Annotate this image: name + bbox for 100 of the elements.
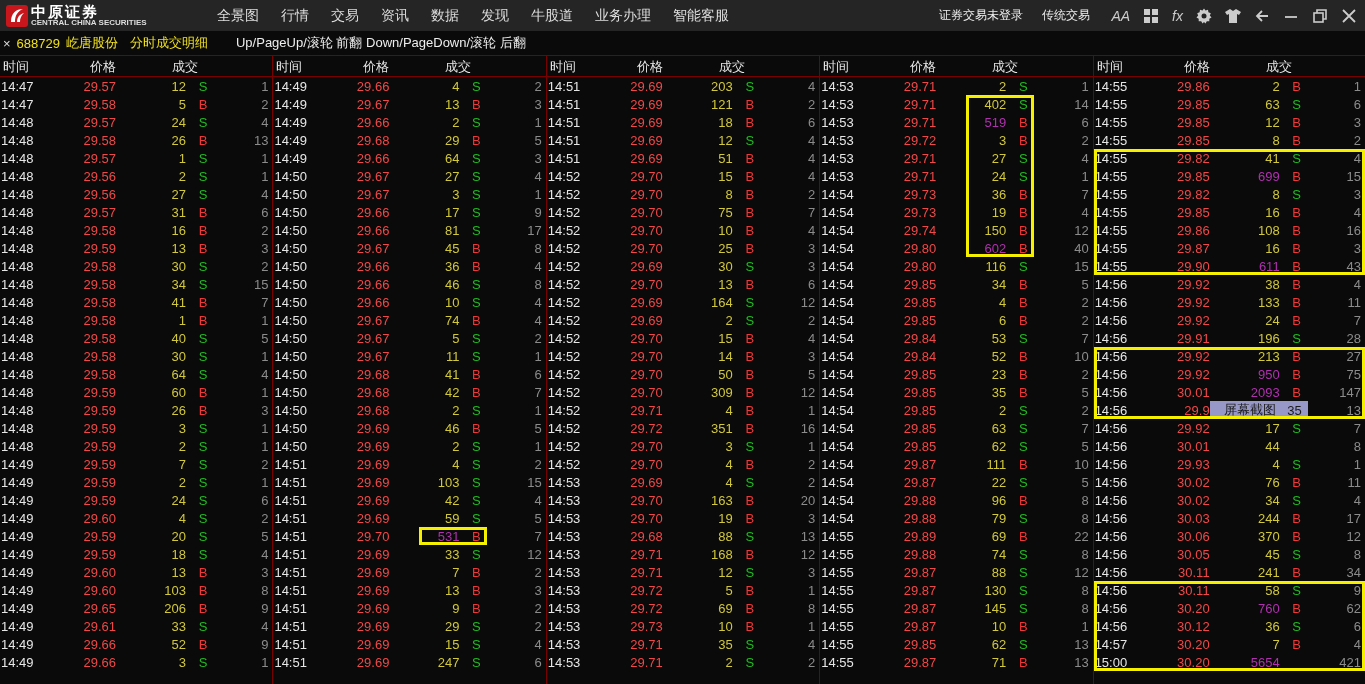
time-cell-text: 14:56 bbox=[1093, 492, 1129, 508]
side-cell-text: S bbox=[1291, 186, 1302, 202]
menu-item[interactable]: 行情 bbox=[270, 6, 320, 25]
price-cell-text: 29.66 bbox=[355, 204, 390, 220]
menu-item[interactable]: 发现 bbox=[470, 6, 520, 25]
side-cell-text: S bbox=[197, 114, 209, 130]
volume-cell: 24 bbox=[171, 492, 186, 508]
count-cell-text: 6 bbox=[1352, 618, 1363, 634]
close-icon[interactable] bbox=[1341, 7, 1357, 24]
price-cell-text: 29.72 bbox=[629, 420, 663, 436]
side-cell-text: B bbox=[1291, 366, 1302, 382]
menu-item[interactable]: 数据 bbox=[420, 6, 470, 25]
price-cell-text: 29.92 bbox=[1176, 366, 1210, 382]
price-cell-text: 29.9 bbox=[1183, 402, 1210, 418]
time-cell-text: 14:55 bbox=[820, 636, 855, 652]
login-status-link[interactable]: 证券交易未登录 bbox=[939, 7, 1024, 24]
price-cell-text: 29.68 bbox=[629, 528, 663, 544]
volume-cell: 611 bbox=[1258, 258, 1280, 274]
menu-item[interactable]: 智能客服 bbox=[662, 6, 740, 25]
time-cell-text: 14:49 bbox=[0, 528, 35, 544]
price-cell-text: 29.90 bbox=[1176, 258, 1210, 274]
volume-cell: 1 bbox=[178, 312, 186, 328]
volume-cell: 2 bbox=[452, 402, 460, 418]
price-cell-text: 30.11 bbox=[1177, 564, 1210, 580]
toolbar-button[interactable]: AA bbox=[1109, 7, 1133, 24]
grid-icon[interactable] bbox=[1143, 7, 1160, 24]
price-cell-text: 29.59 bbox=[82, 528, 116, 544]
count-cell-text: 13 bbox=[1073, 654, 1090, 670]
price-cell-text: 30.12 bbox=[1176, 618, 1210, 634]
volume-cell: 52 bbox=[171, 636, 186, 652]
column-header: 时间 bbox=[1095, 57, 1124, 76]
menu-item[interactable]: 牛股道 bbox=[520, 6, 584, 25]
price-cell-text: 29.85 bbox=[902, 276, 937, 292]
volume-cell: 2 bbox=[178, 474, 186, 490]
time-cell-text: 14:56 bbox=[1093, 312, 1129, 328]
menu-item[interactable]: 交易 bbox=[320, 6, 370, 25]
settings-icon[interactable] bbox=[1196, 7, 1212, 24]
price-cell-text: 29.60 bbox=[82, 510, 116, 526]
price-cell-text: 29.69 bbox=[355, 438, 390, 454]
volume-cell: 13 bbox=[444, 96, 460, 112]
volume-cell: 2 bbox=[999, 78, 1007, 94]
menu-item[interactable]: 全景图 bbox=[206, 6, 270, 25]
side-cell-text: B bbox=[1291, 474, 1302, 490]
price-cell-text: 29.87 bbox=[902, 564, 937, 580]
close-tab-button[interactable]: × bbox=[3, 35, 11, 51]
side-cell-text: B bbox=[1017, 114, 1029, 130]
count-cell-text: 9 bbox=[1352, 582, 1363, 598]
price-cell-text: 30.20 bbox=[1176, 600, 1210, 616]
time-cell-text: 14:50 bbox=[273, 294, 308, 310]
side-cell-text: B bbox=[1291, 348, 1302, 364]
side-cell-text: B bbox=[1291, 168, 1302, 184]
toolbar-button[interactable]: fx bbox=[1170, 7, 1185, 24]
side-cell-text: S bbox=[197, 528, 209, 544]
time-cell-text: 14:56 bbox=[1093, 600, 1129, 616]
price-cell-text: 29.85 bbox=[1176, 132, 1210, 148]
side-cell-text: S bbox=[197, 168, 209, 184]
count-cell-text: 7 bbox=[1352, 312, 1363, 328]
restore-icon[interactable] bbox=[1312, 7, 1328, 24]
time-cell-text: 14:54 bbox=[820, 222, 855, 238]
price-cell-text: 29.91 bbox=[1176, 330, 1210, 346]
count-cell-text: 12 bbox=[799, 294, 817, 310]
time-cell-text: 14:56 bbox=[1093, 294, 1129, 310]
volume-cell: 62 bbox=[991, 438, 1007, 454]
volume-cell: 150 bbox=[984, 222, 1007, 238]
column-header: 价格 bbox=[89, 57, 116, 76]
time-cell-text: 14:56 bbox=[1093, 402, 1129, 418]
volume-cell: 244 bbox=[1257, 510, 1280, 526]
back-arrow-icon[interactable] bbox=[1254, 7, 1270, 24]
side-cell-text: B bbox=[471, 528, 482, 544]
side-cell-text: B bbox=[744, 276, 756, 292]
price-cell-text: 29.70 bbox=[629, 240, 663, 256]
price-cell-text: 29.86 bbox=[1176, 222, 1210, 238]
volume-cell: 531 bbox=[437, 528, 460, 544]
count-cell-text: 4 bbox=[533, 636, 543, 652]
time-cell-text: 14:52 bbox=[546, 276, 582, 292]
price-cell-text: 29.58 bbox=[82, 96, 116, 112]
column-header: 成交 bbox=[171, 57, 199, 76]
side-cell-text: S bbox=[197, 456, 209, 472]
count-cell-text: 17 bbox=[1345, 510, 1363, 526]
count-cell-text: 9 bbox=[260, 636, 270, 652]
price-cell-text: 30.02 bbox=[1176, 492, 1210, 508]
volume-cell: 45 bbox=[444, 240, 460, 256]
price-cell-text: 29.70 bbox=[629, 222, 663, 238]
shirt-icon[interactable] bbox=[1225, 7, 1241, 24]
classic-trading-link[interactable]: 传统交易 bbox=[1042, 7, 1091, 24]
volume-cell: 38 bbox=[1265, 276, 1280, 292]
volume-cell: 203 bbox=[711, 78, 733, 94]
count-cell-text: 9 bbox=[533, 204, 543, 220]
volume-cell: 13 bbox=[171, 564, 186, 580]
price-cell-text: 29.85 bbox=[1176, 204, 1210, 220]
menu-item[interactable]: 资讯 bbox=[370, 6, 420, 25]
menu-item[interactable]: 业务办理 bbox=[584, 6, 662, 25]
side-cell-text: S bbox=[744, 294, 756, 310]
tooltip-label: 屏幕截图 bbox=[1223, 401, 1276, 419]
count-cell-text: 1 bbox=[807, 582, 817, 598]
count-cell-text: 1 bbox=[533, 186, 543, 202]
count-cell-text: 17 bbox=[526, 222, 543, 238]
time-cell-text: 14:48 bbox=[0, 384, 35, 400]
volume-cell: 30 bbox=[171, 258, 186, 274]
side-cell-text: S bbox=[471, 294, 482, 310]
